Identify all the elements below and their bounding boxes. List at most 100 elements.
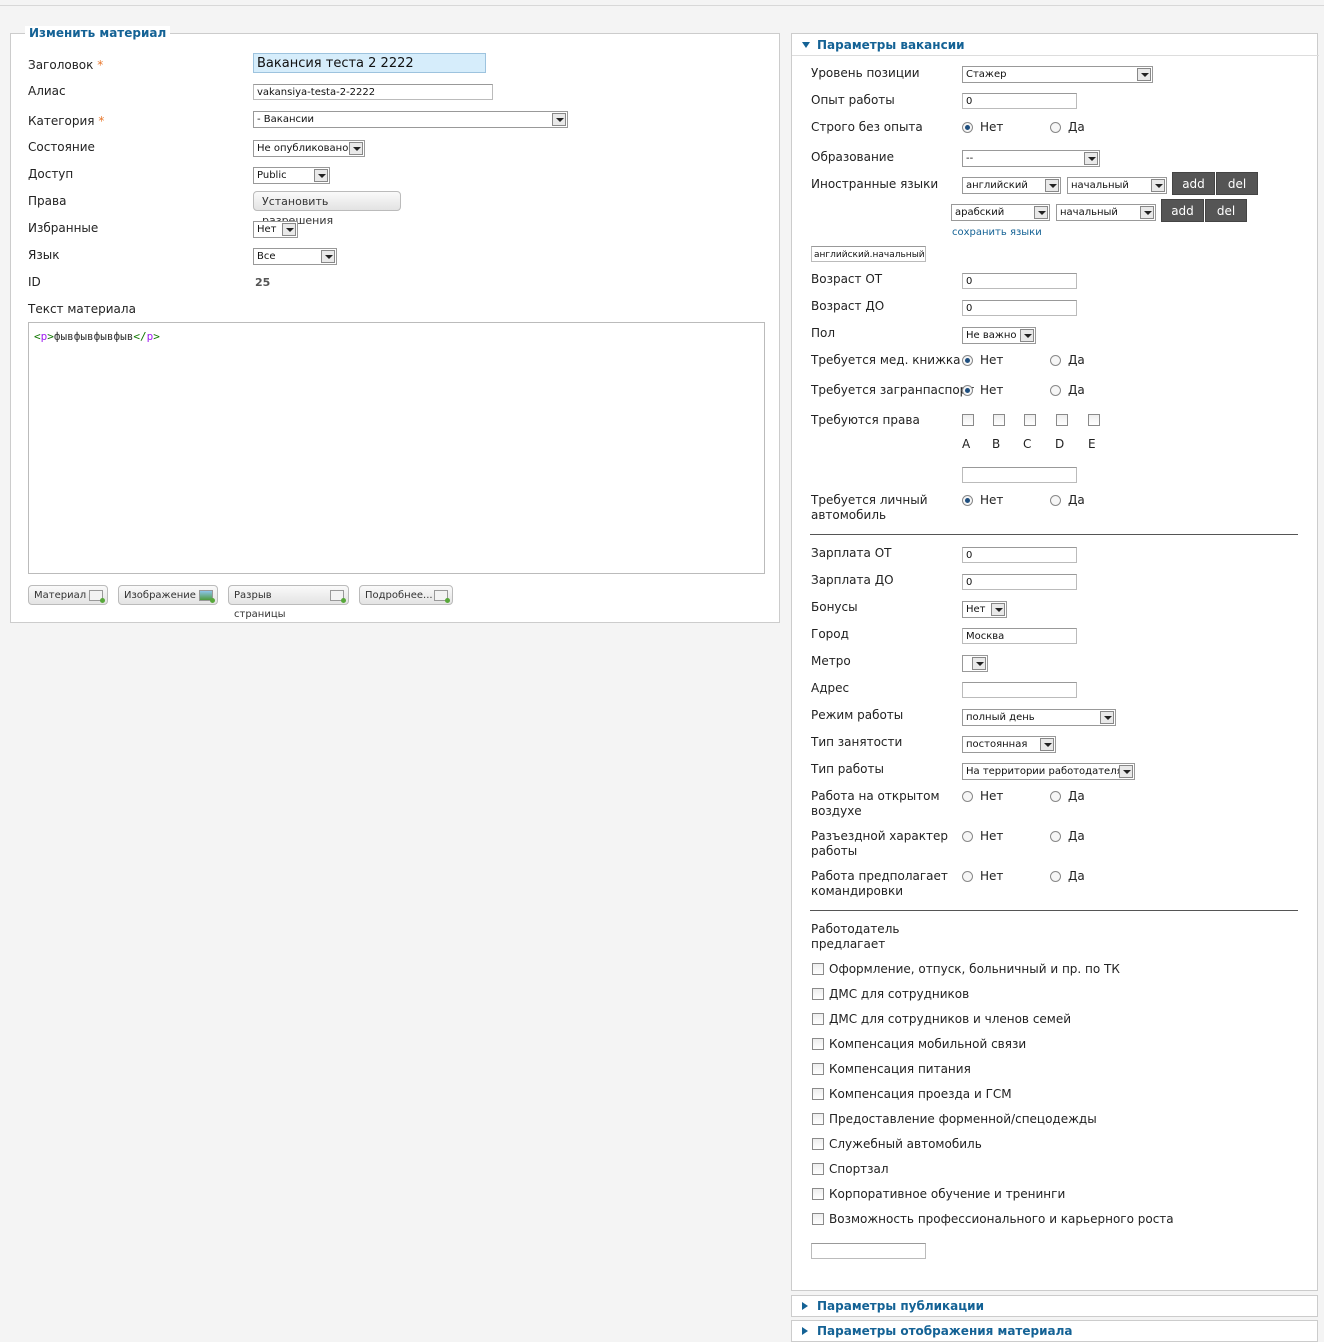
page-break-icon (330, 590, 346, 603)
language-2-select[interactable]: арабский (951, 204, 1050, 221)
set-permissions-button[interactable]: Установить разрешения (253, 191, 401, 227)
add-language-button-2[interactable]: add (1161, 199, 1204, 222)
license-b-checkbox[interactable] (993, 414, 1005, 426)
license-d-checkbox[interactable] (1056, 414, 1068, 426)
benefit-checkbox[interactable] (812, 1163, 824, 1175)
salary-from-label: Зарплата ОТ (811, 546, 892, 560)
chevron-down-icon (282, 223, 296, 236)
benefit-checkbox[interactable] (812, 1213, 824, 1225)
benefit-label: Спортзал (829, 1162, 889, 1176)
delete-language-button[interactable]: del (1216, 172, 1258, 195)
city-input[interactable]: Москва (962, 628, 1077, 644)
editor-tag-open-end: > (47, 330, 54, 343)
bonuses-value: Нет (966, 604, 986, 615)
business-trips-yes-radio[interactable] (1050, 871, 1061, 882)
salary-to-input[interactable]: 0 (962, 574, 1077, 590)
outdoor-work-no-radio[interactable] (962, 791, 973, 802)
salary-from-input[interactable]: 0 (962, 547, 1077, 563)
strict-no-experience-yes-radio[interactable] (1050, 122, 1061, 133)
license-d-label: D (1055, 437, 1065, 451)
required-mark: * (97, 58, 104, 72)
benefits-extra-input[interactable] (811, 1243, 926, 1259)
title-input[interactable]: Вакансия теста 2 2222 (253, 53, 486, 73)
outdoor-work-yes-radio[interactable] (1050, 791, 1061, 802)
insert-article-button[interactable]: Материал (28, 585, 108, 605)
license-extra-input[interactable] (962, 467, 1077, 483)
state-label: Состояние (28, 140, 95, 154)
experience-input[interactable]: 0 (962, 93, 1077, 109)
traveling-work-yes-radio[interactable] (1050, 831, 1061, 842)
alias-input[interactable]: vakansiya-testa-2-2222 (253, 84, 493, 100)
passport-yes-radio[interactable] (1050, 385, 1061, 396)
languages-result-field[interactable]: английский.начальный (811, 246, 926, 262)
med-book-no-radio[interactable] (962, 355, 973, 366)
language-label: Язык (28, 248, 60, 262)
strict-no-experience-yes-label: Да (1068, 120, 1085, 134)
insert-image-button[interactable]: Изображение (118, 585, 218, 605)
publication-params-header[interactable]: Параметры публикации (792, 1296, 1319, 1316)
license-a-label: A (962, 437, 971, 451)
car-required-no-label: Нет (980, 493, 1004, 507)
passport-label: Требуется загранпаспорт (811, 383, 975, 397)
gender-select[interactable]: Не важно (962, 327, 1036, 344)
car-required-no-radio[interactable] (962, 495, 973, 506)
work-type-select[interactable]: На территории работодателя (962, 763, 1135, 780)
add-language-button[interactable]: add (1172, 172, 1215, 195)
access-select[interactable]: Public (253, 167, 330, 184)
language-select[interactable]: Все (253, 248, 337, 265)
featured-select[interactable]: Нет (253, 221, 298, 238)
delete-language-button-2[interactable]: del (1205, 199, 1247, 222)
page-break-label: Разрыв страницы (234, 590, 286, 620)
license-a-checkbox[interactable] (962, 414, 974, 426)
age-from-input[interactable]: 0 (962, 273, 1077, 289)
benefit-checkbox[interactable] (812, 1113, 824, 1125)
work-mode-select[interactable]: полный день (962, 709, 1116, 726)
read-more-label: Подробнее... (365, 590, 433, 601)
category-label-text: Категория (28, 114, 95, 128)
id-value: 25 (255, 276, 271, 289)
benefit-checkbox[interactable] (812, 988, 824, 1000)
vacancy-params-header[interactable]: Параметры вакансии (792, 34, 1319, 56)
med-book-yes-radio[interactable] (1050, 355, 1061, 366)
strict-no-experience-no-radio[interactable] (962, 122, 973, 133)
car-required-yes-radio[interactable] (1050, 495, 1061, 506)
passport-no-radio[interactable] (962, 385, 973, 396)
benefit-checkbox[interactable] (812, 1088, 824, 1100)
rights-label: Права (28, 194, 67, 208)
benefit-checkbox[interactable] (812, 1188, 824, 1200)
business-trips-no-radio[interactable] (962, 871, 973, 882)
benefit-checkbox[interactable] (812, 1013, 824, 1025)
bonuses-select[interactable]: Нет (962, 601, 1007, 618)
experience-label: Опыт работы (811, 93, 895, 107)
car-required-label: Требуется личный автомобиль (811, 493, 928, 523)
benefit-checkbox[interactable] (812, 1138, 824, 1150)
benefit-label: ДМС для сотрудников и членов семей (829, 1012, 1072, 1026)
benefit-checkbox[interactable] (812, 1038, 824, 1050)
state-select[interactable]: Не опубликовано (253, 140, 365, 157)
position-level-select[interactable]: Стажер (962, 66, 1153, 83)
license-e-checkbox[interactable] (1088, 414, 1100, 426)
address-input[interactable] (962, 682, 1077, 698)
license-c-checkbox[interactable] (1024, 414, 1036, 426)
benefit-label: Компенсация проезда и ГСМ (829, 1087, 1012, 1101)
page-break-button[interactable]: Разрыв страницы (228, 585, 349, 620)
access-label: Доступ (28, 167, 74, 181)
education-select[interactable]: -- (962, 150, 1100, 167)
display-params-header[interactable]: Параметры отображения материала (792, 1321, 1319, 1341)
traveling-work-no-radio[interactable] (962, 831, 973, 842)
chevron-down-icon (349, 142, 363, 155)
read-more-button[interactable]: Подробнее... (359, 585, 453, 605)
gender-value: Не важно (966, 330, 1017, 341)
age-to-input[interactable]: 0 (962, 300, 1077, 316)
language-2-level-select[interactable]: начальный (1056, 204, 1156, 221)
language-1-level-select[interactable]: начальный (1067, 177, 1167, 194)
save-languages-link[interactable]: сохранить языки (952, 227, 1042, 238)
employment-type-select[interactable]: постоянная (962, 736, 1056, 753)
benefit-checkbox[interactable] (812, 963, 824, 975)
language-1-select[interactable]: английский (962, 177, 1061, 194)
metro-select[interactable] (962, 655, 988, 672)
category-select[interactable]: - Вакансии (253, 111, 568, 128)
employer-offers-label-line1: Работодатель (811, 922, 900, 936)
article-text-editor[interactable]: <p>фывфывфывфыв</p> (28, 322, 765, 574)
benefit-checkbox[interactable] (812, 1063, 824, 1075)
